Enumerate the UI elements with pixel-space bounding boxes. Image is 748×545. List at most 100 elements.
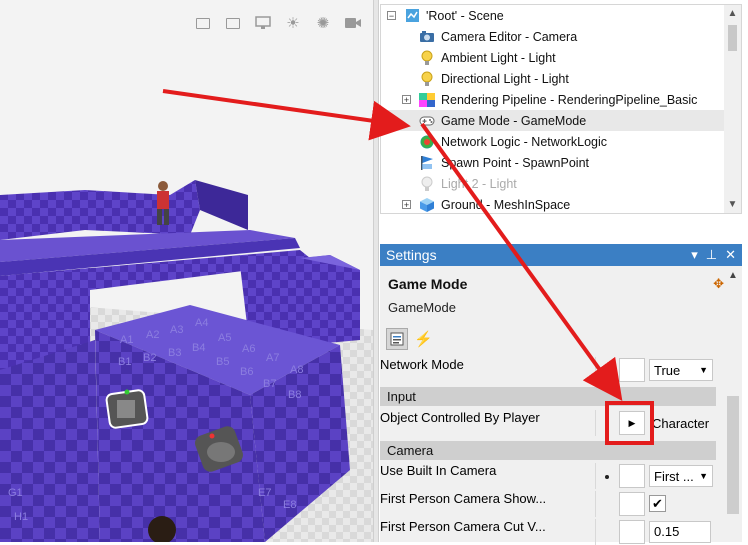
block-label: E8 [283, 499, 296, 511]
scene-tree: − 'Root' - Scene Camera Editor - Camera Amb… [380, 4, 742, 214]
value-reset-box[interactable] [619, 492, 645, 516]
block-label: B4 [192, 342, 205, 354]
bulb-icon [419, 71, 435, 87]
dropdown-arrow-icon[interactable]: ▾ [691, 247, 698, 263]
edit-type-icon[interactable]: ✥ [713, 276, 724, 292]
tree-item[interactable]: Ambient Light - Light [381, 47, 725, 68]
camera-icon [419, 29, 435, 45]
block-label: H1 [14, 511, 28, 523]
builtin-camera-dropdown[interactable]: First ... ▼ [649, 465, 713, 487]
settings-title: Settings [386, 247, 437, 263]
value-reset-box[interactable] [619, 464, 645, 488]
prop-label: First Person Camera Cut V... [380, 519, 546, 534]
value-reset-box[interactable] [619, 358, 645, 382]
monitor-icon[interactable] [253, 14, 273, 32]
dropdown-value: True [654, 362, 681, 378]
cut-value-input[interactable]: 0.15 [649, 521, 711, 543]
gamepad-icon [419, 113, 435, 129]
divider [595, 357, 596, 383]
tree-item[interactable]: Network Logic - NetworkLogic [381, 131, 725, 152]
tree-item[interactable]: Light 2 - Light [381, 173, 725, 194]
tree-item[interactable]: Camera Editor - Camera [381, 26, 725, 47]
scroll-up-arrow[interactable]: ▲ [724, 8, 741, 19]
block-label: B5 [216, 356, 229, 368]
tree-item-label: Ambient Light - Light [441, 50, 556, 65]
block-label: B1 [118, 356, 131, 368]
network-icon [419, 134, 435, 150]
category-camera[interactable]: Camera [380, 441, 716, 460]
block-label: A5 [218, 332, 231, 344]
settings-panel: Settings ▾ ⊥ ✕ Game Mode ✥ GameMode ⚡ Ne… [380, 244, 742, 545]
tree-item[interactable]: Game Mode - GameMode [381, 110, 725, 131]
block-label: E7 [258, 487, 271, 499]
block-label: B7 [263, 378, 276, 390]
divider [595, 519, 596, 545]
bulb-icon [419, 50, 435, 66]
block-label: A4 [195, 317, 208, 329]
object-type: GameMode [388, 300, 456, 315]
scroll-thumb[interactable] [727, 396, 739, 514]
scroll-up-arrow[interactable]: ▲ [724, 270, 742, 281]
sun-icon[interactable]: ✺ [313, 14, 333, 32]
tree-item-label: Rendering Pipeline - RenderingPipeline_B… [441, 92, 698, 107]
divider [595, 491, 596, 517]
flag-icon [419, 155, 435, 171]
tree-item-label: Directional Light - Light [441, 71, 569, 86]
sun-icon[interactable]: ☀ [283, 14, 303, 32]
block-label: A7 [266, 352, 279, 364]
modified-dot [605, 475, 609, 479]
tree-item-label: Ground - MeshInSpace [441, 197, 571, 212]
block-label: A3 [170, 324, 183, 336]
tree-item[interactable]: Spawn Point - SpawnPoint [381, 152, 725, 173]
block-label: A6 [242, 343, 255, 355]
chevron-down-icon: ▼ [699, 471, 708, 481]
expand-icon[interactable]: + [402, 200, 411, 210]
prop-label: Use Built In Camera [380, 463, 497, 478]
window-icon[interactable] [193, 14, 213, 32]
tree-scrollbar[interactable]: ▲ ▼ [724, 5, 741, 213]
pin-icon[interactable]: ⊥ [706, 247, 717, 263]
pipeline-icon [419, 92, 435, 108]
expand-icon[interactable]: + [402, 95, 411, 105]
camera-icon[interactable] [343, 14, 363, 32]
viewport-toolbar: ☀ ✺ [193, 14, 363, 32]
prop-first-person-cut: First Person Camera Cut V... 0.15 [380, 519, 724, 545]
settings-scrollbar[interactable]: ▲ [724, 266, 742, 542]
divider [595, 410, 596, 436]
collapse-icon[interactable]: − [387, 11, 396, 21]
tree-item[interactable]: − 'Root' - Scene [381, 5, 725, 26]
properties-tab-icon[interactable] [386, 328, 408, 350]
scene-icon [404, 8, 420, 24]
tree-item-label: 'Root' - Scene [426, 8, 504, 23]
bulb-off-icon [419, 176, 435, 192]
window-icon[interactable] [223, 14, 243, 32]
block-label: B6 [240, 366, 253, 378]
block-label: B3 [168, 347, 181, 359]
panel-splitter[interactable] [373, 0, 379, 542]
tree-item-label: Network Logic - NetworkLogic [441, 134, 608, 149]
category-input[interactable]: Input [380, 387, 716, 406]
scene-viewport[interactable]: A1 A2 A3 A4 A5 A6 A7 A8 B1 B2 B3 B4 B5 B6 B7 B8 E7 E8 G1 H1… [0, 0, 373, 542]
close-icon[interactable]: ✕ [725, 247, 736, 263]
tree-item[interactable]: Directional Light - Light [381, 68, 725, 89]
show-checkbox[interactable]: ✔ [649, 495, 666, 512]
prop-object-controlled: Object Controlled By Player ▶ Character [380, 410, 724, 436]
modified-dot [605, 422, 609, 426]
tree-item[interactable]: + Ground - MeshInSpace [381, 194, 725, 213]
expand-reference-button[interactable]: ▶ [619, 411, 645, 435]
tree-item[interactable]: + Rendering Pipeline - RenderingPipeline_… [381, 89, 725, 110]
prop-network-mode: Network Mode True ▼ [380, 357, 724, 383]
prop-label: Network Mode [380, 357, 464, 372]
tree-item-label: Spawn Point - SpawnPoint [441, 155, 590, 170]
dropdown-value: First ... [654, 468, 694, 484]
prop-value: Character [652, 416, 710, 431]
scroll-thumb[interactable] [728, 25, 737, 51]
events-tab-icon[interactable]: ⚡ [414, 330, 433, 348]
prop-label: First Person Camera Show... [380, 491, 547, 506]
settings-header: Settings ▾ ⊥ ✕ [380, 244, 742, 266]
tree-item-label: Light 2 - Light [441, 176, 517, 191]
value-reset-box[interactable] [619, 520, 645, 544]
network-mode-dropdown[interactable]: True ▼ [649, 359, 713, 381]
divider [595, 463, 596, 489]
scroll-down-arrow[interactable]: ▼ [724, 199, 741, 210]
